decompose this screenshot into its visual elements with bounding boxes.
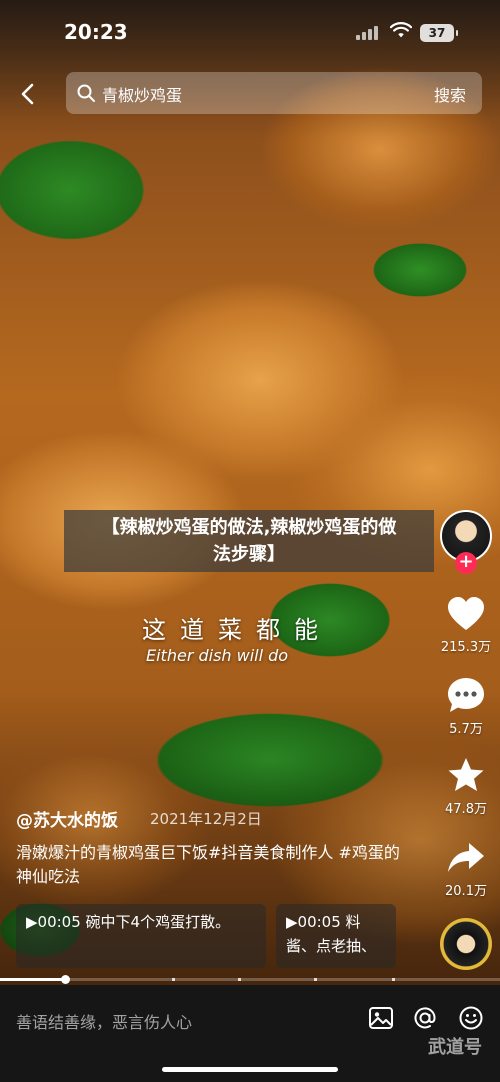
comment-count: 5.7万 [449,722,483,737]
home-indicator [162,1067,338,1072]
progress-fill [0,978,65,981]
video-subtitle-zh: 这道菜都能 [142,616,332,644]
like-button[interactable]: 215.3万 [436,596,496,655]
share-count: 20.1万 [445,884,487,899]
mention-icon[interactable] [412,1005,438,1031]
chapter-marker [172,978,175,981]
chapter-marker [238,978,241,981]
author-name[interactable]: @苏大水的饭 [16,806,118,831]
image-icon[interactable] [368,1005,394,1031]
video-title-line-2: 法步骤】 [213,544,285,565]
video-description[interactable]: 滑嫩爆汁的青椒鸡蛋巨下饭#抖音美食制作人 #鸡蛋的神仙吃法 [16,841,406,889]
battery-indicator: 37 [420,24,458,42]
progress-handle[interactable] [61,975,70,984]
video-subtitle-en: Either dish will do [146,646,289,665]
share-arrow-icon [448,843,484,872]
comment-icon [448,678,484,712]
favorite-button[interactable]: 47.8万 [436,756,496,817]
video-title-line-1: 【辣椒炒鸡蛋的做法,辣椒炒鸡蛋的做 [101,517,397,538]
search-bar[interactable]: 青椒炒鸡蛋 搜索 [66,72,482,114]
video-vignette [0,0,500,985]
share-button[interactable]: 20.1万 [436,840,496,899]
comment-bar: 善语结善缘，恶言伤人心 武道号 [0,985,500,1082]
search-input[interactable]: 青椒炒鸡蛋 [102,82,182,106]
search-icon [77,84,95,102]
post-date: 2021年12月2日 [150,810,262,828]
chapter-marker [392,978,395,981]
chapter-marker [314,978,317,981]
wifi-icon [390,22,412,38]
chapter-item[interactable]: ▶00:05 碗中下4个鸡蛋打散。 [16,904,266,968]
status-bar: 20:23 37 [0,0,500,62]
comment-input[interactable]: 善语结善缘，恶言伤人心 [16,1009,192,1033]
emoji-icon[interactable] [458,1005,484,1031]
search-button[interactable]: 搜索 [434,82,466,106]
video-progress-bar[interactable] [0,975,500,984]
watermark: 武道号 [428,1037,482,1058]
like-count: 215.3万 [440,640,492,655]
cellular-signal-icon [356,26,378,40]
status-time: 20:23 [64,20,128,44]
favorite-count: 47.8万 [445,802,487,817]
video-title-caption: 【辣椒炒鸡蛋的做法,辣椒炒鸡蛋的做 法步骤】 [64,510,434,572]
chapter-item[interactable]: ▶00:05 料酱、点老抽、 [276,904,396,968]
heart-icon [448,597,484,630]
comment-button[interactable]: 5.7万 [436,676,496,737]
star-icon [448,758,484,791]
follow-button[interactable]: + [455,552,477,574]
music-disc[interactable] [440,918,492,970]
back-icon[interactable] [14,80,42,108]
